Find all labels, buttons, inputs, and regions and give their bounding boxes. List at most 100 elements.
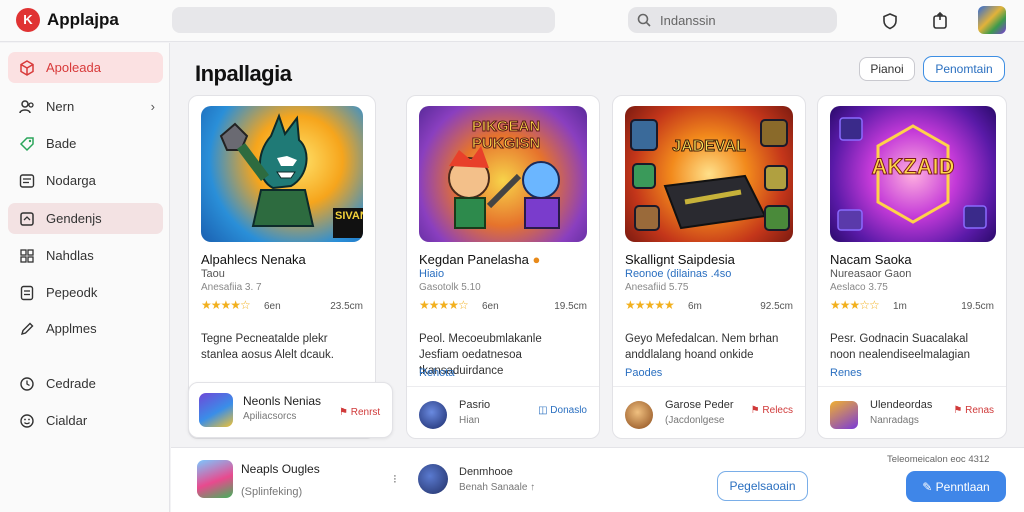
sidebar-item-label: Cedrade	[46, 376, 96, 391]
app-name[interactable]: Skallignt Saipdesia	[625, 252, 735, 267]
app-artwork[interactable]: JADEVAL	[625, 106, 793, 242]
primary-button-label: Penntlaan	[935, 479, 990, 494]
smile-icon	[20, 414, 34, 428]
card-footer-popout[interactable]: Neonls Nenias Apiliacsorcs ⚑ Renrst	[188, 382, 393, 438]
sidebar-item-label: Pepeodk	[46, 285, 98, 300]
footer-title: Ulendeordas	[870, 399, 933, 411]
app-name[interactable]: Nacam Saoka	[830, 252, 912, 267]
app-artwork[interactable]: AKZAID	[830, 106, 996, 242]
app-name[interactable]: Kegdan Panelasha ●	[419, 252, 540, 267]
sidebar-item-gendenjs[interactable]: Gendenjs	[8, 203, 163, 234]
footer-title: Garose Peder	[665, 399, 734, 411]
app-size: 92.5cm	[760, 301, 793, 312]
search-input[interactable]	[660, 10, 830, 30]
star-rating: ★★★★☆	[201, 298, 251, 312]
report-icon: ⚑	[953, 405, 966, 416]
page-title: Inpallagia	[195, 61, 292, 86]
rating-count: 6m	[688, 301, 702, 312]
app-developer: Taou	[201, 268, 225, 280]
more-link[interactable]: Paodes	[625, 367, 662, 379]
footer-subtitle: Nanradags	[870, 415, 919, 426]
app-developer: Reonoe (dilainas .4so	[625, 268, 732, 280]
download-icon: ◫	[538, 405, 551, 416]
sidebar-item-label: Gendenjs	[46, 211, 102, 226]
sidebar-item-cedrade[interactable]: Cedrade	[8, 368, 163, 399]
app-version: Gasotolk 5.10	[419, 282, 481, 293]
sidebar-item-pepeodk[interactable]: Pepeodk	[8, 277, 163, 308]
primary-outline-button[interactable]: Penomtain	[923, 56, 1005, 82]
sidebar-item-bade[interactable]: Bade	[8, 128, 163, 159]
sidebar-item-nern[interactable]: Nern ›	[8, 91, 163, 122]
art-caption: PIKGEAN PUKGISN	[471, 118, 541, 153]
user-avatar[interactable]	[978, 6, 1006, 34]
app-card[interactable]: PIKGEAN PUKGISN Kegdan Panelasha ● Hiaio…	[406, 95, 600, 439]
footer-action[interactable]: ◫ Donaslo	[538, 405, 587, 416]
search-icon	[637, 13, 651, 27]
sidebar-item-nodarga[interactable]: Nodarga	[8, 165, 163, 196]
app-card[interactable]: JADEVAL Skallignt Saipdesia Reonoe (dila…	[612, 95, 806, 439]
badge-icon: ●	[532, 252, 541, 267]
card-footer[interactable]: Ulendeordas Nanradags ⚑ Renas	[818, 386, 1006, 439]
plain-button[interactable]: Pianoi	[859, 57, 915, 81]
app-artwork[interactable]: PIKGEAN PUKGISN	[419, 106, 587, 242]
user-avatar[interactable]	[418, 464, 448, 494]
sidebar-item-applmes[interactable]: Applmes	[8, 313, 163, 344]
sidebar-item-label: Nern	[46, 99, 75, 114]
game-board-illustration	[630, 119, 790, 231]
rating-count: 1m	[893, 301, 907, 312]
chevron-right-icon: ›	[150, 99, 155, 114]
footer-action[interactable]: ⚑ Renas	[953, 405, 994, 416]
card-footer[interactable]: Pasrio Hian ◫ Donaslo	[407, 386, 599, 439]
sidebar-item-label: Bade	[46, 136, 77, 151]
primary-button[interactable]: ✎ Penntlaan	[906, 471, 1006, 502]
sidebar-item-label: Nodarga	[46, 173, 96, 188]
secondary-button[interactable]: Pegelsaoain	[717, 471, 808, 501]
art-caption: AKZAID	[871, 154, 955, 180]
app-version: Anesafiid 5.75	[625, 282, 689, 293]
footer-action-label: Renas	[965, 405, 994, 416]
app-size: 23.5cm	[330, 301, 363, 312]
app-size: 19.5cm	[554, 301, 587, 312]
grid-icon	[20, 249, 34, 263]
footer-action-label: Relecs	[762, 405, 793, 416]
app-icon	[199, 393, 233, 427]
rating-count: 6en	[482, 301, 499, 312]
footer-action[interactable]: ⚑ Relecs	[751, 405, 793, 416]
developer-avatar	[830, 401, 858, 429]
clock-icon	[20, 377, 34, 391]
footer-action[interactable]: ⚑ Renrst	[339, 407, 380, 418]
art-caption: SIVANK	[335, 210, 363, 222]
bottom-action-bar: Neapls Ougles (Splinfeking) ⁝ Denmhooe B…	[171, 447, 1024, 512]
shield-icon[interactable]	[879, 10, 901, 32]
app-card[interactable]: AKZAID Nacam Saoka Nureasaor Gaon Aeslac…	[817, 95, 1007, 439]
frame-icon	[20, 212, 34, 226]
app-version: Aeslaco 3.75	[830, 282, 888, 293]
top-address-field[interactable]	[172, 7, 555, 33]
cube-icon	[20, 60, 34, 76]
footer-title: Pasrio	[459, 399, 491, 411]
footer-title: Neonls Nenias	[243, 394, 322, 408]
footer-action-label: Donaslo	[550, 405, 587, 416]
card-footer[interactable]: Garose Peder (Jacdonlgese ⚑ Relecs	[613, 386, 805, 439]
app-artwork[interactable]: SIVANK	[201, 106, 363, 242]
app-logo[interactable]: K	[16, 8, 40, 32]
app-description: Tegne Pecneatalde plekr stanlea aosus Al…	[201, 333, 334, 361]
more-link[interactable]: Renes	[830, 367, 862, 379]
sidebar-item-apoleada[interactable]: Apoleada	[8, 52, 163, 83]
report-icon: ⚑	[339, 407, 351, 418]
top-bar: K Applajpa	[0, 0, 1024, 42]
main-content: Inpallagia Pianoi Penomtain SIVANK Alpah…	[171, 43, 1024, 512]
sidebar-item-nahdlas[interactable]: Nahdlas	[8, 240, 163, 271]
more-options-icon[interactable]: ⁝	[393, 472, 397, 486]
app-icon[interactable]	[197, 460, 233, 498]
sidebar-item-label: Nahdlas	[46, 248, 94, 263]
pin-icon: ✎	[922, 479, 936, 494]
app-name[interactable]: Alpahlecs Nenaka	[201, 252, 306, 267]
footer-subtitle: Apiliacsorcs	[243, 411, 297, 422]
sidebar-item-cialdar[interactable]: Cialdar	[8, 405, 163, 436]
more-link[interactable]: Rehota	[419, 367, 454, 379]
people-icon	[19, 100, 34, 114]
search-box[interactable]	[628, 7, 837, 33]
share-icon[interactable]	[929, 10, 951, 32]
footer-subtitle: Hian	[459, 415, 480, 426]
